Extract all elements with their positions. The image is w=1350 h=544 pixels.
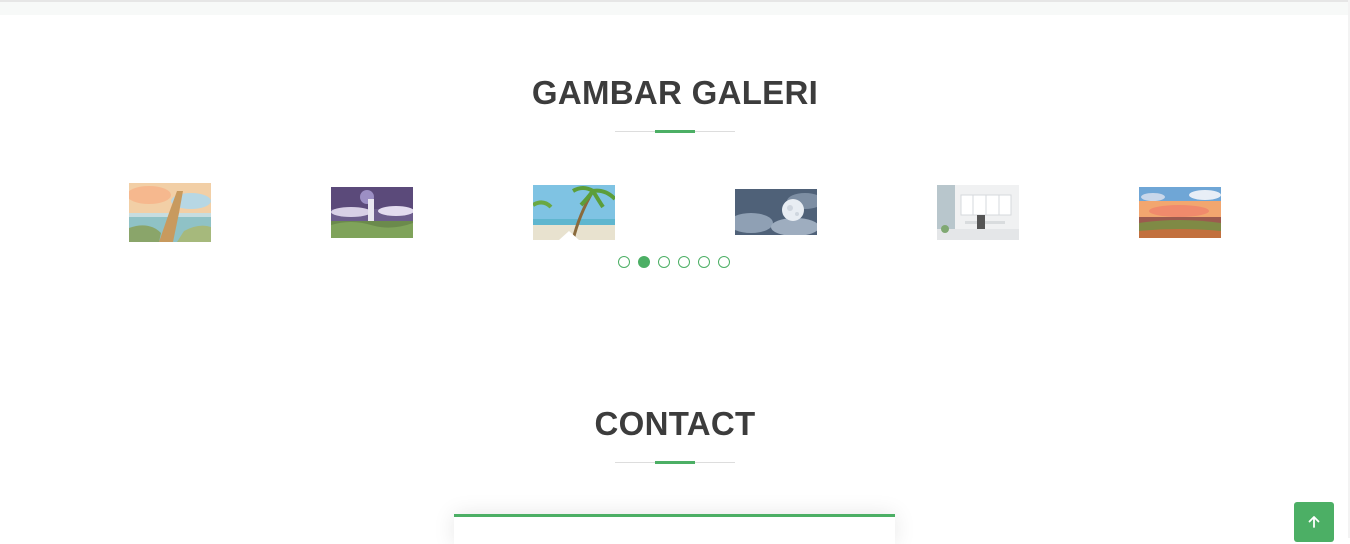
gallery-image-stairway-painting[interactable] xyxy=(129,183,211,242)
pagination-dot-5[interactable] xyxy=(698,256,710,268)
contact-title: CONTACT xyxy=(594,405,756,442)
divider-accent xyxy=(655,461,695,464)
pagination-dot-2[interactable] xyxy=(638,256,650,268)
divider-accent xyxy=(655,130,695,133)
pagination-dot-4[interactable] xyxy=(678,256,690,268)
back-to-top-button[interactable] xyxy=(1294,502,1334,542)
gallery-title-divider xyxy=(615,130,735,133)
gallery-pagination xyxy=(618,256,730,270)
gallery-image-white-office[interactable] xyxy=(937,185,1019,240)
pagination-dot-3[interactable] xyxy=(658,256,670,268)
gallery-image-sunset-field[interactable] xyxy=(1139,187,1221,238)
top-strip xyxy=(0,0,1350,15)
arrow-up-icon xyxy=(1308,516,1320,528)
pagination-dot-6[interactable] xyxy=(718,256,730,268)
gallery-image-palm-beach[interactable] xyxy=(533,185,615,240)
gallery-title: GAMBAR GALERI xyxy=(531,74,819,111)
contact-card xyxy=(454,514,895,544)
gallery-image-full-moon-clouds[interactable] xyxy=(735,189,817,235)
contact-title-divider xyxy=(615,461,735,464)
pagination-dot-1[interactable] xyxy=(618,256,630,268)
gallery-image-purple-night-tower[interactable] xyxy=(331,187,413,238)
